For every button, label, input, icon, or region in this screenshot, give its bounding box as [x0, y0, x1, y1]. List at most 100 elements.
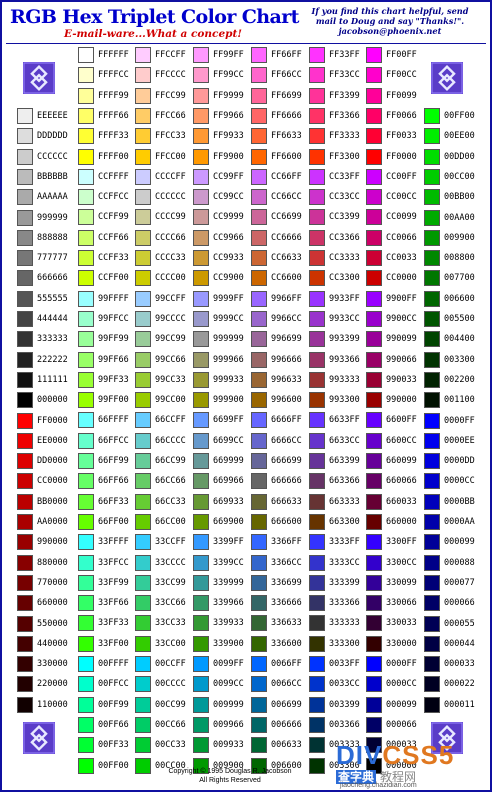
color-swatch — [135, 290, 151, 307]
color-swatch — [78, 47, 94, 63]
hex-code: 330000 — [386, 638, 417, 649]
hex-code: FFFF33 — [98, 131, 129, 142]
color-swatch — [251, 229, 267, 246]
color-swatch — [424, 493, 440, 510]
color-swatch — [135, 229, 151, 246]
color-cell: 770000 — [17, 573, 85, 593]
color-swatch — [366, 250, 382, 266]
hex-code: 6633CC — [329, 435, 360, 446]
color-swatch — [17, 108, 33, 124]
color-cell: 00CC00 — [424, 167, 492, 187]
color-swatch — [309, 635, 325, 652]
color-swatch — [424, 635, 440, 652]
color-swatch — [135, 676, 151, 693]
hex-code: 6633FF — [329, 415, 360, 426]
hex-code: 99CC00 — [155, 395, 186, 406]
color-swatch — [135, 351, 151, 368]
hex-code: 440000 — [37, 638, 68, 649]
color-cell: FF0000 — [17, 411, 85, 431]
color-swatch — [135, 67, 151, 84]
color-swatch — [17, 189, 33, 206]
color-cell: 00AA00 — [424, 208, 492, 228]
hex-code: CC6600 — [271, 273, 302, 284]
color-swatch — [309, 574, 325, 591]
color-swatch — [135, 371, 151, 388]
hex-code: 33CC00 — [155, 638, 186, 649]
color-swatch — [17, 229, 33, 246]
hex-code: 99FF00 — [98, 395, 129, 406]
hex-code: 003366 — [329, 719, 360, 730]
hex-code: 3366CC — [271, 557, 302, 568]
rights-text: All Rights Reserved — [199, 777, 261, 784]
color-swatch — [424, 209, 440, 226]
color-swatch — [251, 331, 267, 348]
hex-code: 339900 — [213, 638, 244, 649]
color-swatch — [135, 615, 151, 632]
color-swatch — [309, 392, 325, 409]
color-swatch — [309, 534, 325, 551]
color-swatch — [78, 148, 94, 165]
color-cell: 000066 — [424, 593, 492, 613]
hex-code: 000077 — [444, 577, 475, 588]
hex-code: 6666CC — [271, 435, 302, 446]
color-swatch — [78, 513, 94, 530]
color-cell: EEEEEE — [17, 106, 85, 126]
hex-code: FFCC33 — [155, 131, 186, 142]
color-swatch — [251, 87, 267, 104]
hex-code: 220000 — [37, 679, 68, 690]
hex-code: 00DD00 — [444, 151, 475, 162]
color-swatch — [251, 250, 267, 266]
hex-code: FF3366 — [329, 110, 360, 121]
color-swatch — [135, 189, 151, 206]
color-swatch — [17, 514, 33, 530]
color-swatch — [366, 128, 382, 145]
hex-code: 99CC66 — [155, 354, 186, 365]
color-cell: 004400 — [424, 329, 492, 349]
color-swatch — [17, 473, 33, 490]
color-swatch — [193, 148, 209, 165]
color-swatch — [366, 87, 382, 104]
color-swatch — [366, 453, 382, 469]
hex-code: 990000 — [37, 537, 68, 548]
color-swatch — [78, 716, 94, 733]
color-cell: 00FF00 — [424, 106, 492, 126]
hex-code: FF99FF — [213, 50, 244, 60]
hex-code: CCFF99 — [98, 212, 129, 223]
color-swatch — [193, 351, 209, 368]
color-swatch — [193, 493, 209, 510]
color-swatch — [366, 716, 382, 733]
color-swatch — [366, 351, 382, 368]
color-swatch — [424, 128, 440, 145]
color-cell: CC0000 — [17, 471, 85, 491]
hex-code: 33FF99 — [98, 577, 129, 588]
color-swatch — [193, 534, 209, 551]
color-cell: 007700 — [424, 268, 492, 288]
color-swatch — [17, 148, 33, 165]
hex-code: 00FF99 — [98, 699, 129, 710]
hex-code: 00FFCC — [98, 679, 129, 690]
color-swatch — [366, 270, 382, 287]
hex-code: DD0000 — [37, 456, 68, 467]
color-swatch — [366, 595, 382, 612]
hex-code: 33FF33 — [98, 618, 129, 629]
color-swatch — [193, 128, 209, 145]
hex-code: CC9900 — [213, 273, 244, 284]
hex-code: 009966 — [213, 719, 244, 730]
hex-code: 666666 — [37, 273, 68, 284]
hex-code: 000099 — [444, 537, 475, 548]
color-cell: 000088 — [424, 553, 492, 573]
color-swatch — [251, 209, 267, 226]
hex-code: 660000 — [37, 598, 68, 609]
hex-code: FF6600 — [271, 151, 302, 162]
color-swatch — [135, 554, 151, 571]
color-swatch — [135, 737, 151, 754]
hex-code: AAAAAA — [37, 192, 68, 203]
hex-code: FFFF99 — [98, 90, 129, 101]
hex-code: FF6633 — [271, 131, 302, 142]
hex-code: FF0033 — [386, 131, 417, 142]
hex-code: 9966CC — [271, 313, 302, 324]
hex-code: 000000 — [37, 395, 68, 406]
hex-code: 00CC00 — [444, 171, 475, 182]
hex-code: CC3300 — [329, 273, 360, 284]
color-swatch — [193, 189, 209, 206]
